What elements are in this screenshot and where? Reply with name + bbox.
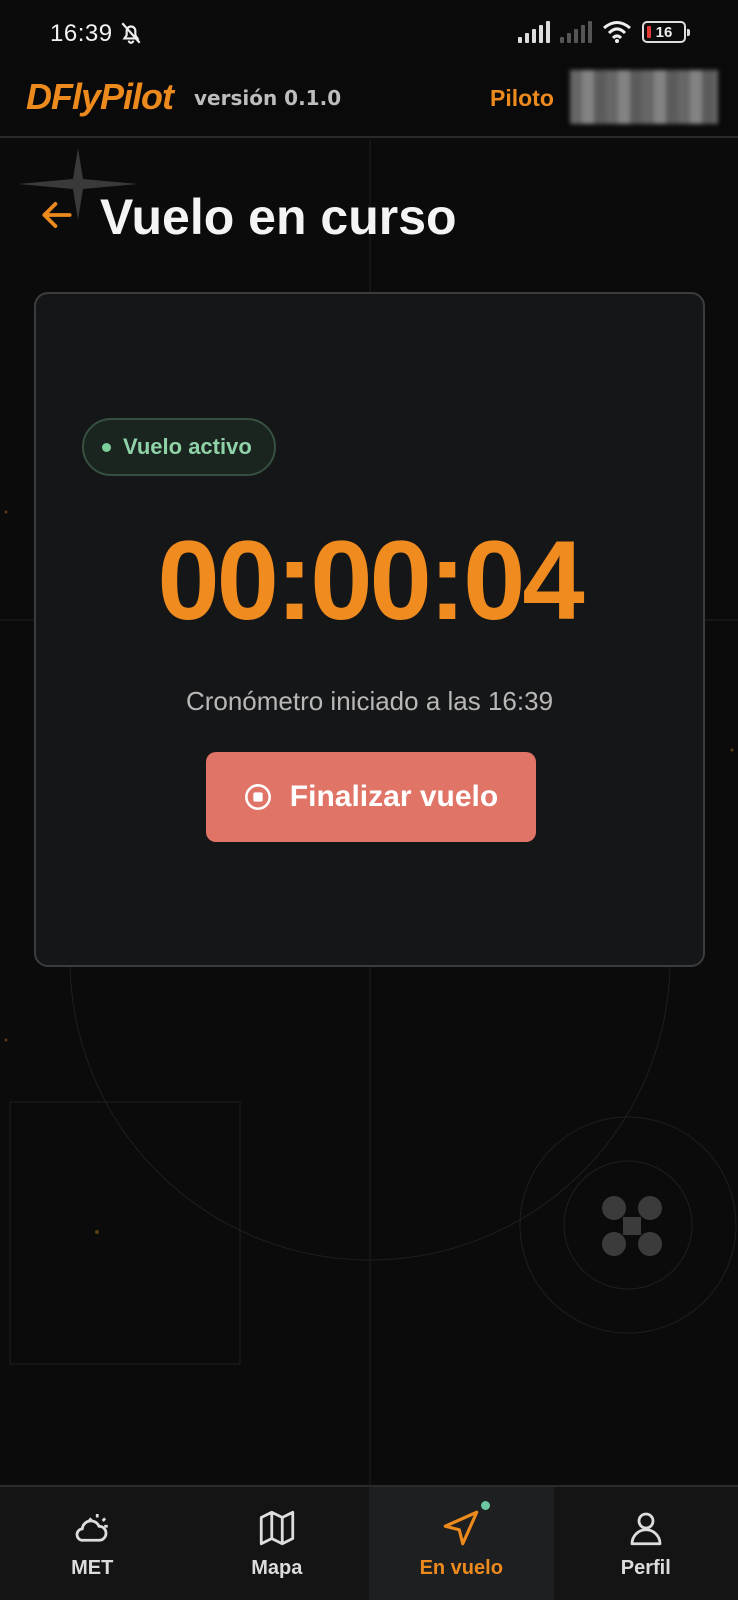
nav-item-map[interactable]: Mapa xyxy=(185,1487,370,1600)
pilot-label: Piloto xyxy=(490,85,554,111)
wifi-icon xyxy=(603,21,631,43)
nav-item-in-flight[interactable]: En vuelo xyxy=(369,1487,554,1600)
user-icon xyxy=(630,1512,662,1546)
timer-started-text: Cronómetro iniciado a las 16:39 xyxy=(185,686,554,716)
status-badge-label: Vuelo activo xyxy=(123,434,252,459)
stop-circle-icon xyxy=(244,784,271,810)
nav-item-profile[interactable]: Perfil xyxy=(554,1487,738,1600)
back-arrow-icon[interactable] xyxy=(38,196,76,234)
nav-label-profile: Perfil xyxy=(620,1557,671,1579)
status-badge: Vuelo activo xyxy=(82,418,276,476)
page-title: Vuelo en curso xyxy=(100,189,457,245)
muted-bell-icon xyxy=(121,22,141,44)
active-indicator-dot xyxy=(481,1501,490,1510)
map-icon xyxy=(259,1510,294,1546)
nav-label-met: MET xyxy=(71,1557,114,1579)
flight-timer: 00:00:04 xyxy=(157,518,584,643)
status-time: 16:39 xyxy=(50,20,113,47)
app-header: DFlyPilot versión 0.1.0 Piloto xyxy=(0,62,738,138)
nav-label-map: Mapa xyxy=(251,1557,303,1579)
signal-no-service-icon xyxy=(560,21,592,43)
navigation-arrow-icon xyxy=(443,1510,479,1546)
nav-label-in-flight: En vuelo xyxy=(419,1557,503,1579)
pilot-name-redacted xyxy=(570,70,718,124)
end-flight-button[interactable]: Finalizar vuelo xyxy=(206,752,536,842)
battery-level: 16 xyxy=(655,23,673,41)
app-logo: DFlyPilot xyxy=(26,76,174,117)
end-flight-label: Finalizar vuelo xyxy=(289,780,499,813)
weather-icon xyxy=(75,1514,108,1542)
bottom-navigation: MET Mapa En vuelo Perfil xyxy=(0,1485,738,1600)
flight-card: Vuelo activo 00:00:04 Cronómetro iniciad… xyxy=(34,292,705,967)
battery-icon: 16 xyxy=(642,21,690,43)
app-version: versión 0.1.0 xyxy=(194,86,342,110)
signal-icon xyxy=(518,21,550,43)
nav-item-met[interactable]: MET xyxy=(0,1487,185,1600)
status-dot-icon xyxy=(102,442,111,452)
status-bar: 16:39 16 xyxy=(0,0,738,62)
